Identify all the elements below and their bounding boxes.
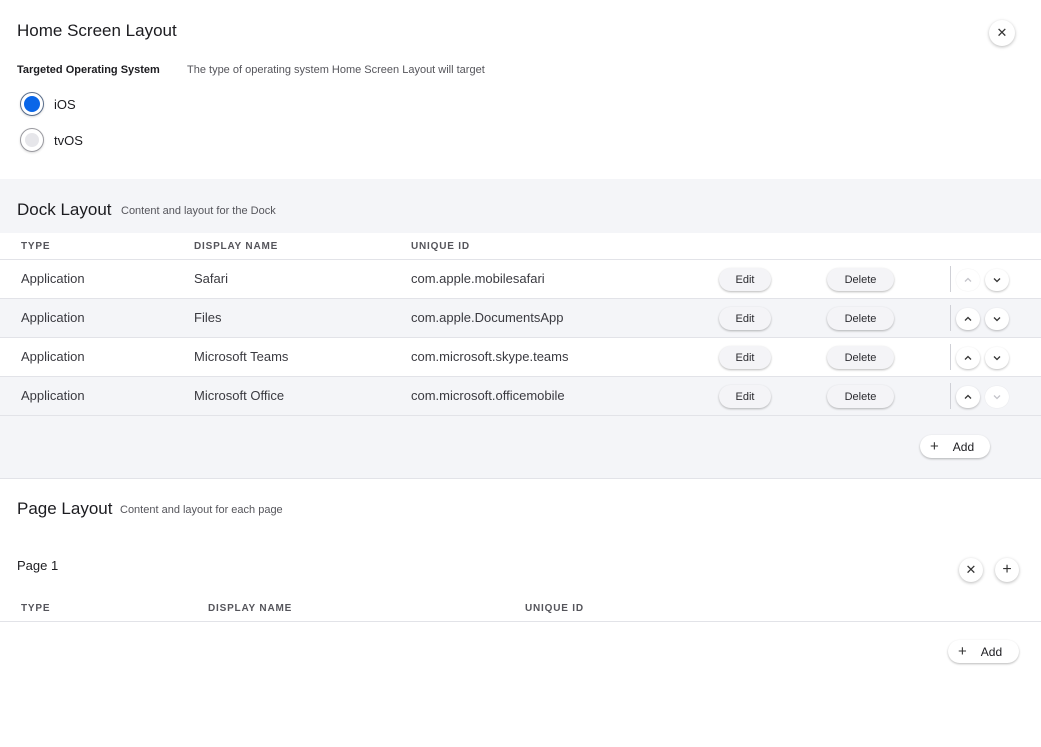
radio-tvos-label: tvOS [54,132,83,148]
os-description: The type of operating system Home Screen… [187,64,485,76]
dock-description: Content and layout for the Dock [121,205,276,217]
plus-icon: + [930,438,939,455]
edit-button[interactable]: Edit [719,268,771,291]
plus-icon: + [958,643,967,660]
close-button[interactable]: ✕ [989,20,1015,46]
table-row: Application Microsoft Teams com.microsof… [0,338,1041,377]
edit-button[interactable]: Edit [719,385,771,408]
cell-display-name: Microsoft Teams [194,349,289,364]
dock-title: Dock Layout [17,200,112,219]
move-down-button[interactable] [985,347,1009,369]
divider [950,305,951,331]
chevron-down-icon [993,278,1001,283]
page-layout-description: Content and layout for each page [120,504,283,516]
column-type: TYPE [21,603,51,614]
dock-add-button[interactable]: + Add [920,435,990,458]
close-icon: ✕ [965,562,977,577]
section-divider [0,478,1041,479]
page-title: Home Screen Layout [17,21,177,40]
cell-unique-id: com.microsoft.skype.teams [411,349,569,364]
cell-type: Application [21,349,85,364]
header-section: Home Screen Layout ✕ Targeted Operating … [0,0,1041,179]
page-add-button[interactable]: + Add [948,640,1019,663]
cell-display-name: Microsoft Office [194,388,285,403]
add-page-button[interactable]: + [995,558,1019,582]
radio-ios[interactable]: iOS [20,92,76,116]
chevron-up-icon [964,316,972,321]
table-row: Application Microsoft Office com.microso… [0,377,1041,416]
radio-ios-label: iOS [54,96,76,112]
delete-button[interactable]: Delete [827,385,894,408]
move-up-button[interactable] [956,386,980,408]
move-up-button [956,269,980,291]
cell-type: Application [21,388,85,403]
chevron-down-icon [993,395,1001,400]
delete-button[interactable]: Delete [827,307,894,330]
divider [950,266,951,292]
radio-tvos[interactable]: tvOS [20,128,83,152]
column-display-name: DISPLAY NAME [194,241,279,252]
cell-unique-id: com.apple.DocumentsApp [411,310,564,325]
dock-table-header: TYPE DISPLAY NAME UNIQUE ID [0,233,1041,260]
move-down-button[interactable] [985,269,1009,291]
chevron-up-icon [964,277,972,282]
page-add-label: Add [980,644,1003,659]
cell-type: Application [21,271,85,286]
cell-unique-id: com.apple.mobilesafari [411,271,545,286]
radio-tvos-control[interactable] [20,128,44,152]
os-label: Targeted Operating System [17,64,160,76]
table-row: Application Files com.apple.DocumentsApp… [0,299,1041,338]
move-up-button[interactable] [956,308,980,330]
plus-icon: + [1002,561,1012,578]
page-1-label: Page 1 [17,558,59,573]
delete-button[interactable]: Delete [827,268,894,291]
column-type: TYPE [21,241,51,252]
move-down-button [985,386,1009,408]
cell-display-name: Safari [194,271,228,286]
chevron-up-icon [964,355,972,360]
column-unique-id: UNIQUE ID [525,603,584,614]
chevron-up-icon [964,394,972,399]
table-row: Application Safari com.apple.mobilesafar… [0,260,1041,299]
dock-add-label: Add [952,439,975,454]
cell-type: Application [21,310,85,325]
cell-display-name: Files [194,310,222,325]
move-up-button[interactable] [956,347,980,369]
column-unique-id: UNIQUE ID [411,241,470,252]
close-icon: ✕ [996,25,1008,40]
cell-unique-id: com.microsoft.officemobile [411,388,565,403]
divider [950,344,951,370]
divider [950,383,951,409]
edit-button[interactable]: Edit [719,346,771,369]
page-layout-title: Page Layout [17,499,113,518]
chevron-down-icon [993,317,1001,322]
delete-button[interactable]: Delete [827,346,894,369]
radio-ios-control[interactable] [20,92,44,116]
dock-layout-section: Dock Layout Content and layout for the D… [0,179,1041,479]
chevron-down-icon [993,356,1001,361]
page-table-header: TYPE DISPLAY NAME UNIQUE ID [0,595,1041,622]
remove-page-button[interactable]: ✕ [959,558,983,582]
edit-button[interactable]: Edit [719,307,771,330]
move-down-button[interactable] [985,308,1009,330]
column-display-name: DISPLAY NAME [208,603,293,614]
